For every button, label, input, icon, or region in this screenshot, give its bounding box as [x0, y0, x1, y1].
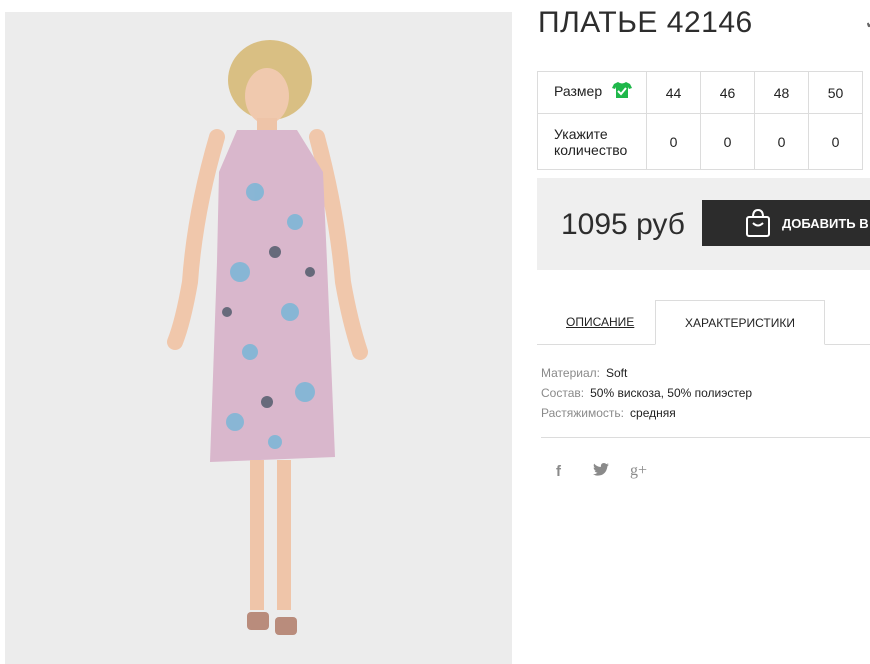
size-label-cell: Размер: [537, 71, 647, 114]
add-to-cart-button[interactable]: ДОБАВИТЬ В З: [702, 200, 870, 246]
quantity-48[interactable]: 0: [754, 113, 809, 170]
quantity-label-line2: количество: [554, 141, 628, 158]
specs-divider: [541, 437, 870, 438]
spec-key: Материал:: [541, 366, 600, 380]
size-46[interactable]: 46: [700, 71, 755, 114]
quantity-44[interactable]: 0: [646, 113, 701, 170]
size-row: Размер 44 46 48 50: [537, 71, 863, 114]
twitter-icon[interactable]: [593, 462, 630, 480]
shopping-bag-icon: [744, 208, 772, 241]
spec-key: Состав:: [541, 386, 585, 400]
spec-row-composition: Состав: 50% вискоза, 50% полиэстер: [541, 383, 752, 403]
spec-row-material: Материал: Soft: [541, 363, 752, 383]
size-44[interactable]: 44: [646, 71, 701, 114]
quantity-label-line1: Укажите: [554, 125, 608, 142]
spec-value: Soft: [605, 366, 628, 380]
spec-value: 50% вискоза, 50% полиэстер: [590, 386, 753, 400]
facebook-icon[interactable]: f: [556, 463, 593, 480]
favorite-icon[interactable]: ✓: [864, 10, 870, 35]
quantity-50[interactable]: 0: [808, 113, 863, 170]
social-share: f g+: [556, 462, 667, 480]
product-title: ПЛАТЬЕ 42146: [538, 6, 753, 39]
add-to-cart-label: ДОБАВИТЬ В З: [782, 215, 870, 231]
quantity-label-cell: Укажите количество: [537, 113, 647, 170]
tab-description[interactable]: ОПИСАНИЕ: [566, 315, 634, 329]
price-panel: 1095 руб ДОБАВИТЬ В З: [537, 178, 870, 270]
model-illustration: [5, 12, 512, 664]
size-48[interactable]: 48: [754, 71, 809, 114]
quantity-row: Укажите количество 0 0 0 0: [537, 113, 863, 170]
specs-list: Материал: Soft Состав: 50% вискоза, 50% по…: [541, 363, 752, 423]
spec-key: Растяжимость:: [541, 406, 625, 420]
shirt-check-icon[interactable]: [612, 81, 633, 102]
product-photo[interactable]: [5, 12, 512, 664]
size-label: Размер: [554, 83, 603, 100]
spec-row-stretch: Растяжимость: средняя: [541, 403, 752, 423]
google-plus-icon[interactable]: g+: [630, 462, 667, 480]
quantity-46[interactable]: 0: [700, 113, 755, 170]
tab-characteristics[interactable]: ХАРАКТЕРИСТИКИ: [655, 300, 825, 345]
size-50[interactable]: 50: [808, 71, 863, 114]
price: 1095 руб: [561, 208, 685, 241]
spec-value: средняя: [630, 406, 676, 420]
size-table: Размер 44 46 48 50 Укажите количество 0 …: [537, 71, 863, 170]
